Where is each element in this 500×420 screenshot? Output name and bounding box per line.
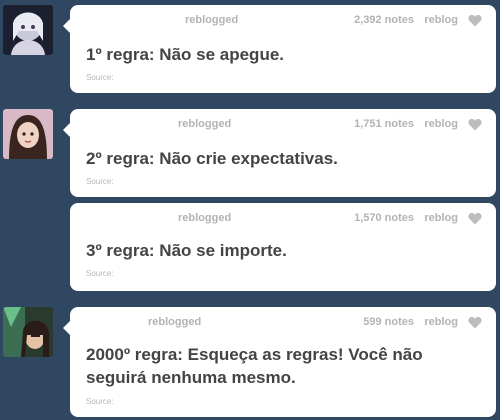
avatar-image <box>3 5 53 55</box>
avatar[interactable] <box>3 109 53 159</box>
post-meta: reblogged 1,751 notes reblog <box>70 118 496 134</box>
heart-icon[interactable] <box>468 14 482 27</box>
reblog-button[interactable]: reblog <box>424 14 458 26</box>
post-card: reblogged 2,392 notes reblog 1º regra: N… <box>63 5 496 93</box>
reblogged-label: reblogged <box>178 212 232 224</box>
avatar[interactable] <box>3 5 53 55</box>
reblog-button[interactable]: reblog <box>424 212 458 224</box>
source-link[interactable]: Source: <box>86 177 114 186</box>
notes-count[interactable]: 1,570 notes <box>354 212 414 224</box>
post-text: 2000º regra: Esqueça as regras! Você não… <box>86 345 423 387</box>
heart-icon[interactable] <box>468 316 482 329</box>
notes-count[interactable]: 2,392 notes <box>354 14 414 26</box>
source-link[interactable]: Source: <box>86 397 114 406</box>
heart-icon[interactable] <box>468 118 482 131</box>
avatar[interactable] <box>3 307 53 357</box>
post-meta: reblogged 2,392 notes reblog <box>70 14 496 30</box>
reblog-button[interactable]: reblog <box>424 316 458 328</box>
reblogged-label: reblogged <box>178 118 232 130</box>
post-card: reblogged 599 notes reblog 2000º regra: … <box>63 307 496 417</box>
post-meta: reblogged 1,570 notes reblog <box>70 212 496 228</box>
post-text: 3º regra: Não se importe. <box>86 241 287 260</box>
post-meta: reblogged 599 notes reblog <box>70 316 496 332</box>
reblogged-label: reblogged <box>185 14 239 26</box>
reblogged-label: reblogged <box>148 316 202 328</box>
notes-count[interactable]: 1,751 notes <box>354 118 414 130</box>
notes-count[interactable]: 599 notes <box>363 316 414 328</box>
source-link[interactable]: Source: <box>86 269 114 278</box>
post-text: 2º regra: Não crie expectativas. <box>86 149 338 168</box>
avatar-image <box>3 109 53 159</box>
avatar-image <box>3 307 53 357</box>
post-text: 1º regra: Não se apegue. <box>86 45 285 64</box>
post-card: reblogged 1,570 notes reblog 3º regra: N… <box>70 203 496 291</box>
source-link[interactable]: Source: <box>86 73 114 82</box>
post-card: reblogged 1,751 notes reblog 2º regra: N… <box>63 109 496 197</box>
heart-icon[interactable] <box>468 212 482 225</box>
reblog-button[interactable]: reblog <box>424 118 458 130</box>
